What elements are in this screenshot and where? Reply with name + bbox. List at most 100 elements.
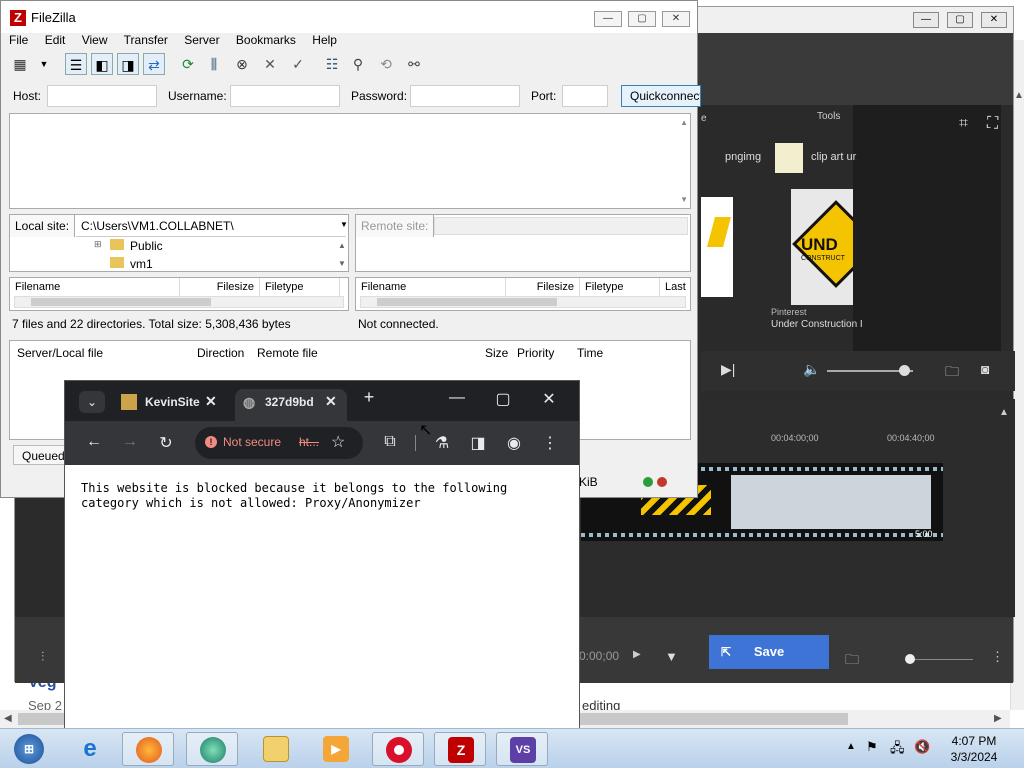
tools-label[interactable]: Tools bbox=[817, 111, 840, 122]
chrome-minimize-button[interactable]: — bbox=[437, 389, 477, 407]
remote-hscroll[interactable] bbox=[360, 296, 686, 308]
clock-date[interactable]: 3/3/2024 bbox=[942, 750, 1006, 764]
menu-help[interactable]: Help bbox=[312, 33, 337, 47]
filter-icon[interactable]: ⫼ bbox=[203, 53, 225, 75]
refresh-icon[interactable]: ⟳ bbox=[177, 53, 199, 75]
marker-icon[interactable]: ▼ bbox=[665, 649, 678, 664]
taskbar-firefox[interactable] bbox=[122, 732, 174, 766]
start-button[interactable]: ⊞ bbox=[0, 732, 56, 766]
volume-icon[interactable]: 🔈 bbox=[803, 361, 820, 378]
taskbar-filezilla[interactable]: Z bbox=[434, 732, 486, 766]
compare-directories-icon[interactable]: ⚲ bbox=[347, 53, 369, 75]
message-log[interactable]: ▲ ▼ bbox=[9, 113, 691, 209]
clock-time[interactable]: 4:07 PM bbox=[942, 734, 1006, 748]
network-icon[interactable]: 🖧 bbox=[890, 739, 905, 761]
local-file-list[interactable]: Filename Filesize Filetype bbox=[9, 277, 349, 311]
local-col-filetype[interactable]: Filetype bbox=[260, 278, 340, 296]
editor-close-button[interactable]: ✕ bbox=[981, 12, 1007, 28]
cancel-icon[interactable]: ⊗ bbox=[231, 53, 253, 75]
show-hidden-icons-icon[interactable]: ▲ bbox=[846, 741, 856, 752]
under-construction-image[interactable]: UND CONSTRUCT bbox=[791, 189, 853, 305]
remote-col-last[interactable]: Last bbox=[660, 278, 690, 296]
log-scroll-down-icon[interactable]: ▼ bbox=[680, 195, 688, 204]
labs-icon[interactable]: ⚗ bbox=[431, 433, 453, 453]
menu-file[interactable]: File bbox=[9, 33, 28, 47]
chrome-menu-icon[interactable]: ⋮ bbox=[539, 433, 561, 453]
toggle-remote-tree-icon[interactable]: ◨ bbox=[117, 53, 139, 75]
queue-col-server-local-file[interactable]: Server/Local file bbox=[17, 346, 103, 360]
taskbar-app-green[interactable] bbox=[186, 732, 238, 766]
quickconnect-button[interactable]: Quickconnect bbox=[621, 85, 701, 107]
disconnect-icon[interactable]: ✕ bbox=[259, 53, 281, 75]
folder-icon[interactable]: 🗀 bbox=[945, 361, 959, 385]
scroll-thumb[interactable] bbox=[377, 298, 557, 306]
taskbar-file-explorer[interactable] bbox=[250, 732, 302, 766]
tree-scroll-up-icon[interactable]: ▲ bbox=[338, 241, 346, 250]
queue-col-remote-file[interactable]: Remote file bbox=[257, 346, 318, 360]
toggle-local-tree-icon[interactable]: ◧ bbox=[91, 53, 113, 75]
image-result-clip-art[interactable]: clip art ur bbox=[811, 151, 856, 163]
crop-icon[interactable]: ⌗ bbox=[959, 115, 968, 133]
new-tab-icon[interactable]: + bbox=[349, 387, 389, 408]
tab-kevinsite[interactable]: KevinSite ✕ bbox=[115, 389, 227, 421]
chrome-close-button[interactable]: ✕ bbox=[529, 389, 569, 409]
url-text[interactable]: ht... bbox=[299, 435, 319, 449]
tree-expand-icon[interactable]: ⊞ bbox=[94, 239, 102, 250]
tab-search-icon[interactable]: ⌄ bbox=[79, 391, 105, 413]
clip-art-thumbnail[interactable] bbox=[775, 143, 803, 173]
scroll-right-icon[interactable]: ▶ bbox=[994, 713, 1002, 724]
site-manager-dropdown-icon[interactable]: ▼ bbox=[33, 53, 55, 75]
side-panel-icon[interactable]: ◨ bbox=[467, 433, 489, 453]
action-center-flag-icon[interactable]: ⚑ bbox=[866, 739, 878, 755]
menu-edit[interactable]: Edit bbox=[45, 33, 66, 47]
password-input[interactable] bbox=[410, 85, 520, 107]
image-result-pngimg[interactable]: pngimg bbox=[725, 151, 761, 163]
close-button[interactable]: ✕ bbox=[662, 11, 690, 27]
host-input[interactable] bbox=[47, 85, 157, 107]
remote-col-filename[interactable]: Filename bbox=[356, 278, 506, 296]
taskbar-internet-explorer[interactable]: e bbox=[64, 732, 116, 766]
editor-maximize-button[interactable]: ▢ bbox=[947, 12, 973, 28]
taskbar-media-player[interactable]: ▶ bbox=[310, 732, 362, 766]
volume-slider-handle[interactable] bbox=[899, 365, 910, 376]
toggle-log-icon[interactable]: ☰ bbox=[65, 53, 87, 75]
tree-item-public[interactable]: Public bbox=[130, 239, 163, 253]
chrome-maximize-button[interactable]: ▢ bbox=[483, 389, 523, 409]
remote-col-filetype[interactable]: Filetype bbox=[580, 278, 660, 296]
profile-avatar-icon[interactable]: ◉ bbox=[503, 433, 525, 453]
sign-thumbnail-left[interactable] bbox=[701, 197, 733, 297]
timeline-scroll-up-icon[interactable]: ▲ bbox=[999, 407, 1009, 418]
editor-minimize-button[interactable]: — bbox=[913, 12, 939, 28]
site-manager-icon[interactable]: ▦ bbox=[9, 53, 31, 75]
tab-close-icon[interactable]: ✕ bbox=[205, 393, 217, 410]
zoom-slider-handle[interactable] bbox=[905, 654, 915, 664]
tab-327d9bd[interactable]: ◍ 327d9bd ✕ bbox=[235, 389, 347, 421]
menu-bookmarks[interactable]: Bookmarks bbox=[236, 33, 296, 47]
scroll-up-icon[interactable]: ▲ bbox=[1014, 90, 1024, 101]
reload-icon[interactable]: ↻ bbox=[155, 433, 177, 453]
reconnect-icon[interactable]: ✓ bbox=[287, 53, 309, 75]
zoom-slider[interactable] bbox=[909, 659, 973, 660]
port-input[interactable] bbox=[562, 85, 608, 107]
menu-server[interactable]: Server bbox=[184, 33, 219, 47]
menu-transfer[interactable]: Transfer bbox=[124, 33, 168, 47]
directory-listing-filters-icon[interactable]: ☷ bbox=[321, 53, 343, 75]
more-icon[interactable]: ⋮ bbox=[991, 649, 1004, 665]
save-button[interactable]: ⇱ Save bbox=[709, 635, 829, 669]
next-frame-icon[interactable]: ▶| bbox=[721, 361, 735, 378]
queue-col-direction[interactable]: Direction bbox=[197, 346, 244, 360]
username-input[interactable] bbox=[230, 85, 340, 107]
volume-muted-icon[interactable]: 🔇 bbox=[914, 739, 930, 755]
log-scroll-up-icon[interactable]: ▲ bbox=[680, 118, 688, 127]
address-bar[interactable]: ! Not secure ht... ☆ bbox=[195, 427, 363, 459]
play-icon[interactable]: ▶ bbox=[633, 649, 641, 660]
tree-scroll-down-icon[interactable]: ▼ bbox=[338, 259, 346, 268]
taskbar-recorder[interactable] bbox=[372, 732, 424, 766]
fullscreen-icon[interactable]: ⛶ bbox=[987, 115, 998, 133]
snapshot-icon[interactable]: ◙ bbox=[981, 361, 989, 377]
local-path-dropdown-icon[interactable]: ▼ bbox=[340, 220, 348, 229]
tree-item-vm1[interactable]: vm1 bbox=[130, 257, 153, 271]
remote-file-list[interactable]: Filename Filesize Filetype Last bbox=[355, 277, 691, 311]
scroll-thumb[interactable] bbox=[31, 298, 211, 306]
synchronized-browsing-icon[interactable]: ⟲ bbox=[375, 53, 397, 75]
